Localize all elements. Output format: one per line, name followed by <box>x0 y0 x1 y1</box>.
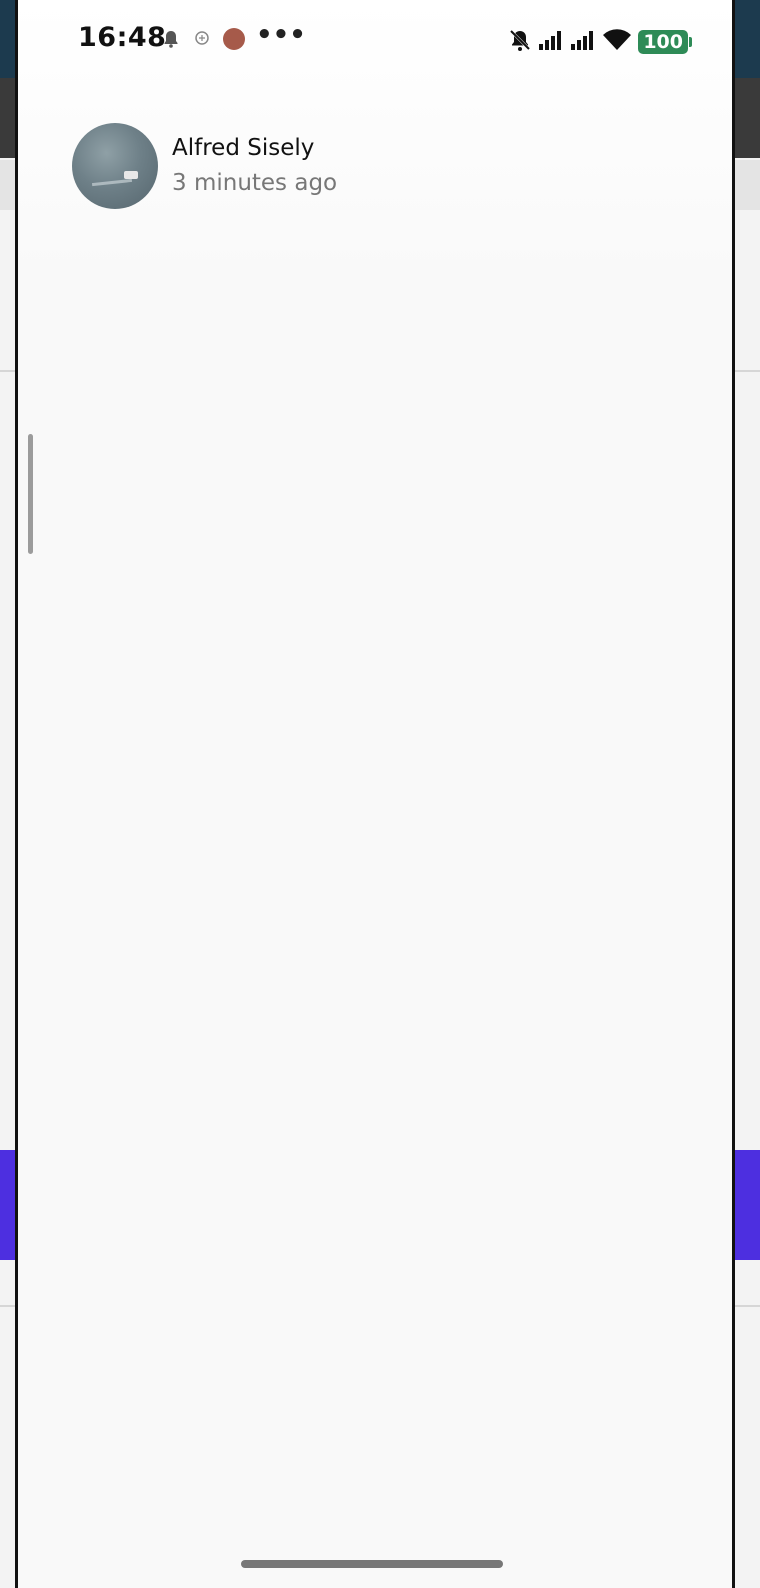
battery-tip <box>689 37 692 47</box>
post-time: 3 minutes ago <box>172 170 338 196</box>
circle-icon <box>194 30 210 50</box>
avatar[interactable] <box>72 123 158 209</box>
wifi-icon <box>602 28 632 56</box>
more-dots-icon: ••• <box>256 20 306 50</box>
signal-icon <box>538 29 564 55</box>
author-name[interactable]: Alfred Sisely <box>172 135 314 161</box>
status-right-icons: 100 <box>508 28 692 56</box>
home-indicator[interactable] <box>241 1560 503 1568</box>
phone-screen: 16:48 ••• 100 Alfred Sisely 3 minutes ag… <box>15 0 735 1588</box>
signal-icon <box>570 29 596 55</box>
silent-bell-icon <box>508 28 532 56</box>
status-time: 16:48 <box>78 22 167 53</box>
background-app-right-edge <box>734 0 760 1588</box>
scroll-indicator[interactable] <box>28 434 33 554</box>
battery-icon: 100 <box>638 30 688 54</box>
notification-bell-icon <box>163 30 179 52</box>
status-bar: 16:48 ••• 100 <box>18 0 732 80</box>
app-icon <box>223 28 245 50</box>
